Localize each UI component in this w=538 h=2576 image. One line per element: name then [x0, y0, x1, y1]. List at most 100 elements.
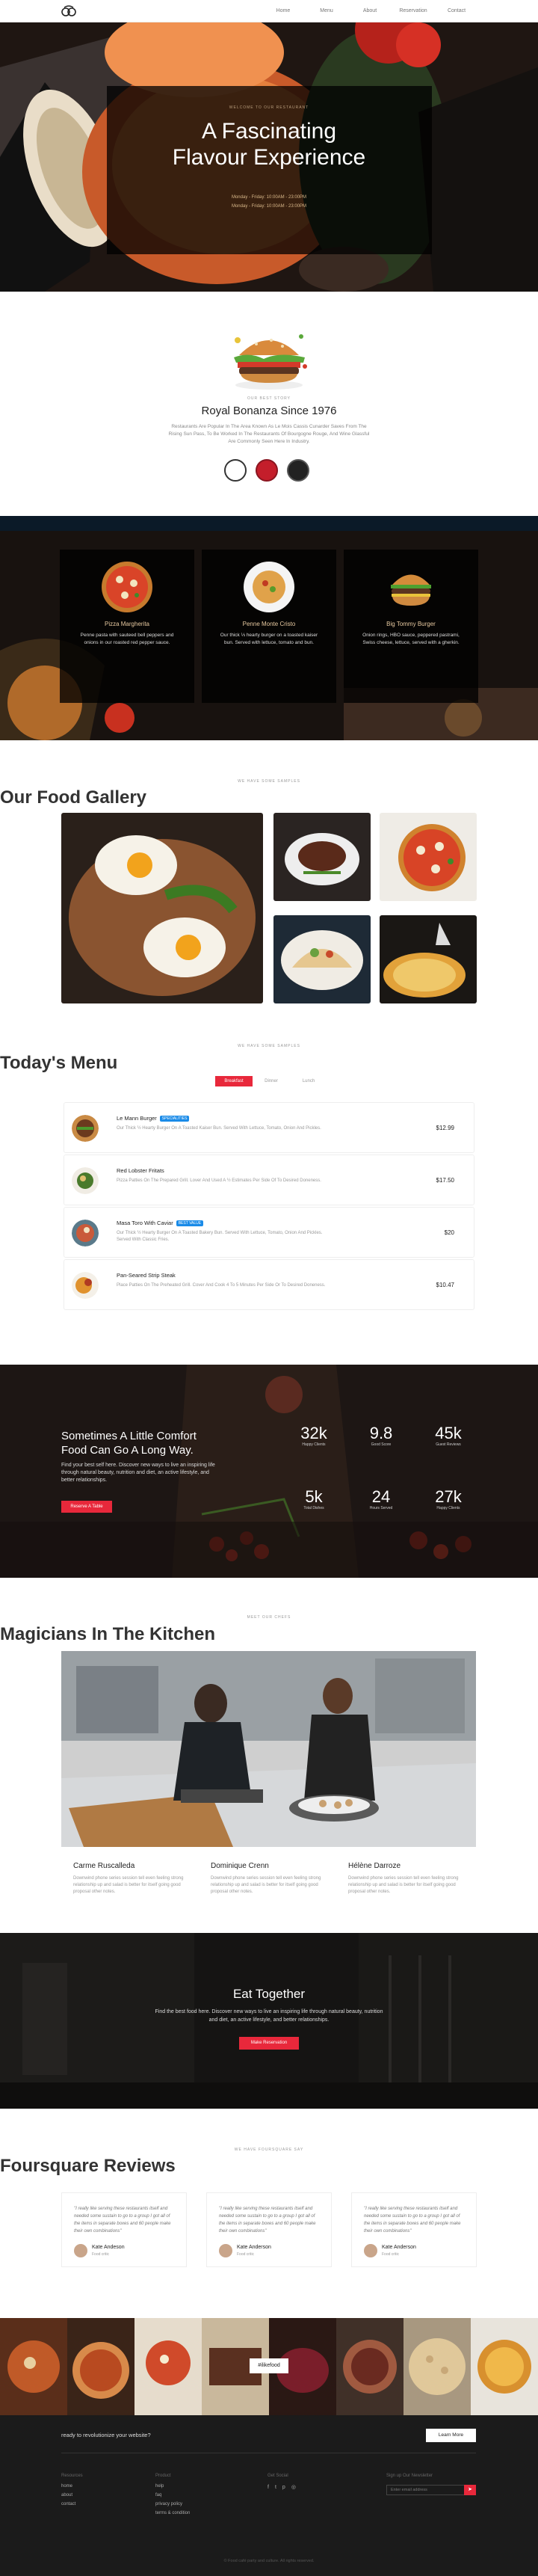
hero-eyebrow: WELCOME TO OUR RESTAURANT [229, 105, 309, 110]
insta-image[interactable] [404, 2318, 471, 2415]
footer-link[interactable]: home [61, 2482, 83, 2491]
stat-number: 32k [300, 1424, 327, 1442]
insta-image[interactable] [67, 2318, 134, 2415]
menu-item-title: Le Mann Burger [117, 1115, 157, 1122]
special-card[interactable]: Penne Monte Cristo Our thick ⅓ hearty bu… [202, 550, 336, 703]
tab-breakfast[interactable]: Breakfast [215, 1076, 253, 1086]
logo-icon[interactable] [61, 5, 76, 17]
about-text: Restaurants Are Popular In The Area Know… [168, 424, 370, 444]
facebook-icon[interactable]: f [268, 2483, 269, 2492]
burger-image [234, 334, 307, 390]
send-icon[interactable]: ➤ [464, 2485, 476, 2495]
nav-menu: Home Menu About Reservation Contact [262, 0, 478, 22]
insta-image[interactable] [0, 2318, 67, 2415]
gallery-image-tacos[interactable] [273, 915, 371, 1003]
eat-title: Eat Together [232, 1987, 306, 2001]
stat-item: 24 Hours Served [351, 1488, 411, 1511]
insta-image[interactable] [336, 2318, 404, 2415]
footer-link[interactable]: terms & condition [155, 2509, 190, 2518]
burger-special-image [391, 574, 431, 606]
menu-item[interactable]: Le Mann Burger SPECIALITIES Our Thick ½ H… [64, 1102, 474, 1153]
menu-item-title: Masa Toro With Caviar [117, 1220, 173, 1226]
insta-image[interactable] [134, 2318, 202, 2415]
special-card[interactable]: Big Tommy Burger Onion rings, HBO sauce,… [344, 550, 478, 703]
stat-number: 27k [435, 1487, 462, 1506]
stats-text: Find your best self here. Discover new w… [61, 1463, 215, 1483]
menu-item[interactable]: Pan-Seared Strip Steak Place Patties On … [64, 1259, 474, 1310]
stat-label: Happy Clients [436, 1506, 460, 1510]
special-desc: Our thick ⅓ hearty burger on a toasted k… [220, 633, 318, 645]
menu-item-desc: Our Thick ½ Hearty Burger On A Toasted K… [117, 1126, 321, 1131]
tab-dinner[interactable]: Dinner [253, 1076, 290, 1086]
reserve-table-button[interactable]: Reserve A Table [61, 1501, 112, 1513]
menu-section: WE HAVE SOME SAMPLES Today's Menu Breakf… [0, 1032, 538, 1365]
footer-col-heading: Product [155, 2474, 171, 2478]
learn-more-button[interactable]: Learn More [426, 2429, 476, 2442]
speciality-badge: SPECIALITIES [159, 1116, 190, 1122]
twitter-icon[interactable]: t [275, 2483, 276, 2492]
hero-title-line-2: Flavour Experience [172, 145, 366, 170]
hero-section: WELCOME TO OUR RESTAURANT A Fascinating F… [0, 22, 538, 292]
gallery-image-pizza[interactable] [380, 813, 477, 901]
about-title: Royal Bonanza Since 1976 [201, 405, 337, 417]
footer-col-resources: Resources home about contact [61, 2471, 83, 2509]
nav-about[interactable]: About [348, 0, 392, 22]
menu-item-price: $10.47 [436, 1282, 454, 1288]
hashtag-badge[interactable]: #ilikefood [250, 2358, 288, 2373]
footer-link[interactable]: faq [155, 2491, 190, 2500]
nav-menu-link[interactable]: Menu [305, 0, 348, 22]
stat-label: Total Dishes [303, 1506, 324, 1510]
gallery-image-eggs[interactable] [61, 813, 263, 1003]
stat-item: 45k Guest Reviews [418, 1424, 478, 1448]
footer-link[interactable]: contact [61, 2500, 83, 2509]
avatar [74, 2244, 87, 2257]
nav-home[interactable]: Home [262, 0, 305, 22]
footer-link[interactable]: help [155, 2482, 190, 2491]
gallery-title: Our Food Gallery [0, 787, 147, 808]
footer-link[interactable]: about [61, 2491, 83, 2500]
top-nav: Home Menu About Reservation Contact [0, 0, 538, 22]
reviewer-name: Kate Anderson [382, 2245, 416, 2250]
special-card[interactable]: Pizza Margherita Penne pasta with sautee… [60, 550, 194, 703]
tab-lunch[interactable]: Lunch [290, 1076, 327, 1086]
steak-thumb-image [72, 1272, 99, 1299]
make-reservation-button[interactable]: Make Reservation [239, 2037, 299, 2050]
footer-link[interactable]: privacy policy [155, 2500, 190, 2509]
stat-label: Good Score [371, 1442, 392, 1447]
review-card: "I really like serving these restaurants… [351, 2192, 477, 2267]
menu-item-name: Red Lobster Fritats [117, 1167, 164, 1174]
chef-card: Hélène Darroze Downwind phone series sess… [348, 1862, 468, 1896]
gallery-image-pizza-prep[interactable] [380, 915, 477, 1003]
stat-label: Guest Reviews [436, 1442, 461, 1447]
insta-image[interactable] [471, 2318, 538, 2415]
pinterest-icon[interactable]: p [282, 2483, 285, 2492]
stat-number: 9.8 [369, 1424, 393, 1442]
menu-item[interactable]: Red Lobster Fritats Pizza Patties On The… [64, 1155, 474, 1205]
menu-tabs: Breakfast Dinner Lunch [215, 1076, 327, 1086]
footer-col-social: Get Social f t p ◎ [268, 2471, 296, 2492]
footer: ready to revolutionize your website? Lea… [0, 2415, 538, 2576]
chef-desc: Downwind phone series session tell even … [211, 1876, 321, 1894]
menu-item-name: Le Mann Burger SPECIALITIES [117, 1115, 190, 1122]
hero-title: A Fascinating Flavour Experience [0, 118, 538, 170]
menu-item-price: $12.99 [436, 1125, 454, 1131]
nav-contact[interactable]: Contact [435, 0, 478, 22]
menu-item-name: Pan-Seared Strip Steak [117, 1272, 176, 1279]
chefs-eyebrow: MEET OUR CHEFS [247, 1615, 291, 1620]
eat-text: Find the best food here. Discover new wa… [155, 2009, 383, 2023]
stats-section: Sometimes A Little Comfort Food Can Go A… [0, 1365, 538, 1578]
reviews-title: Foursquare Reviews [0, 2156, 176, 2176]
stat-item: 27k Happy Clients [418, 1487, 478, 1511]
footer-col-newsletter: Sign up Our Newsletter [386, 2471, 433, 2482]
chef-desc: Downwind phone series session tell even … [348, 1876, 459, 1894]
hero-hours: Monday - Friday: 10:00AM - 23:00PM Monday… [0, 193, 538, 211]
nav-reservation[interactable]: Reservation [392, 0, 435, 22]
about-eyebrow: OUR BEST STORY [247, 396, 291, 401]
gallery-image-steak[interactable] [273, 813, 371, 901]
instagram-icon[interactable]: ◎ [291, 2483, 296, 2492]
menu-item-desc: Place Patties On The Preheated Grill. Co… [117, 1283, 326, 1288]
special-desc: Onion rings, HBO sauce, peppered pastram… [362, 633, 460, 645]
menu-item[interactable]: Masa Toro With Caviar BEST VALUE Our Thic… [64, 1207, 474, 1258]
hero-title-line-1: A Fascinating [201, 119, 337, 144]
newsletter-email-input[interactable]: Enter email address ➤ [386, 2485, 476, 2495]
